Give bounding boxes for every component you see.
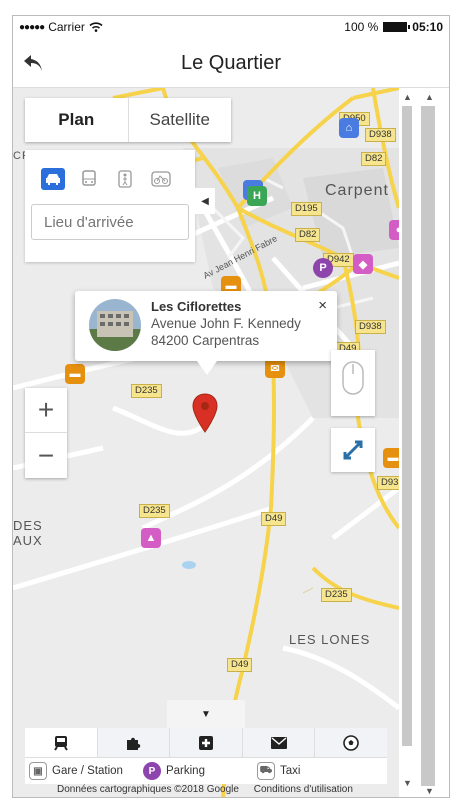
poi-transit-icon[interactable]: ⌂ [339, 118, 359, 138]
battery-percent: 100 % [344, 20, 379, 34]
terms-link[interactable]: Conditions d'utilisation [254, 784, 353, 795]
parking-icon: P [142, 762, 161, 780]
road-label: D195 [291, 202, 322, 216]
road-label: D93 [377, 476, 399, 490]
carrier-label: Carrier [48, 20, 85, 34]
map-type-plan[interactable]: Plan [25, 98, 129, 142]
signal-icon: ●●●●● [19, 21, 45, 33]
poi-mail-icon[interactable]: ✉ [265, 358, 285, 378]
tab-train[interactable] [25, 728, 98, 757]
road-label: D82 [295, 228, 321, 242]
bus-icon[interactable] [77, 168, 101, 190]
info-window: Les Ciflorettes Avenue John F. Kennedy 8… [75, 291, 337, 375]
legend-item[interactable]: ⛟ Taxi [256, 762, 301, 780]
street-view-control[interactable] [331, 350, 375, 416]
category-tabs [25, 728, 387, 758]
place-label: Carpent [325, 182, 389, 199]
app-header: Le Quartier [13, 38, 449, 88]
train-icon: ▣ [29, 762, 47, 780]
attribution-data: Données cartographiques ©2018 Google [57, 784, 239, 795]
place-address-line2: 84200 Carpentras [151, 333, 260, 348]
poi-park-icon[interactable]: ▲ [141, 528, 161, 548]
place-label: LES LONES [289, 632, 371, 647]
place-label: DES [13, 518, 43, 533]
location-marker-icon[interactable] [192, 393, 218, 433]
poi-hospital-icon[interactable]: H [247, 186, 267, 206]
map-attribution: Données cartographiques ©2018 Google Con… [57, 784, 365, 795]
pedestrian-icon[interactable] [113, 168, 137, 190]
road-label: D82 [361, 152, 387, 166]
clock: 05:10 [412, 20, 443, 34]
legend: ▣ Gare / Station P Parking ⛟ Taxi [25, 758, 387, 784]
poi-parking-icon[interactable]: P [313, 258, 333, 278]
zoom-out-button[interactable]: − [25, 433, 67, 478]
tab-mail[interactable] [242, 728, 316, 757]
wifi-icon [89, 22, 103, 32]
road-label: D235 [131, 384, 162, 398]
road-label: D938 [365, 128, 396, 142]
fullscreen-button[interactable] [331, 428, 375, 472]
directions-panel [25, 150, 195, 262]
road-label: D49 [261, 512, 287, 526]
tab-soccer[interactable] [315, 728, 387, 757]
bicycle-icon[interactable] [149, 168, 173, 190]
app-frame: ●●●●● Carrier 100 % 05:10 Le Quartier D9… [12, 15, 450, 798]
battery-icon [383, 22, 411, 32]
map-type-control: Plan Satellite [25, 98, 231, 142]
scroll-up-icon[interactable]: ▲ [425, 92, 434, 102]
drawer-toggle-button[interactable]: ▼ [167, 700, 245, 728]
scroll-down-icon[interactable]: ▼ [403, 778, 412, 788]
page-title: Le Quartier [180, 52, 282, 74]
collapse-panel-button[interactable]: ◀ [195, 188, 215, 214]
legend-item[interactable]: ▣ Gare / Station [29, 762, 123, 780]
poi-shopping-icon[interactable]: ● [389, 220, 399, 240]
mail-icon [270, 736, 287, 749]
road-label: D49 [227, 658, 253, 672]
train-icon [53, 735, 68, 751]
tab-puzzle[interactable] [97, 728, 171, 757]
close-icon[interactable]: × [318, 297, 327, 314]
map-type-satellite[interactable]: Satellite [129, 98, 232, 142]
legend-label: Gare / Station [52, 765, 123, 777]
scroll-down-icon[interactable]: ▼ [425, 786, 434, 796]
soccer-icon [343, 734, 359, 751]
road-label: D938 [355, 320, 386, 334]
mouse-icon [342, 361, 364, 395]
taxi-icon: ⛟ [256, 762, 275, 780]
health-icon [198, 735, 213, 750]
place-name: Les Ciflorettes [151, 299, 242, 314]
place-thumbnail [89, 299, 141, 351]
poi-shop-icon[interactable]: ▬ [65, 364, 85, 384]
tab-health[interactable] [170, 728, 243, 757]
legend-item[interactable]: P Parking [142, 762, 205, 780]
legend-label: Parking [165, 765, 205, 777]
page-scrollbar[interactable] [421, 106, 435, 786]
puzzle-icon [127, 737, 141, 750]
car-icon[interactable] [41, 168, 65, 190]
legend-label: Taxi [279, 765, 301, 777]
scrollbar-area: ▲ ▲ ▼ ▼ [399, 88, 449, 797]
status-bar: ●●●●● Carrier 100 % 05:10 [13, 16, 449, 38]
scroll-up-icon[interactable]: ▲ [403, 92, 412, 102]
zoom-in-button[interactable]: + [25, 388, 67, 433]
road-label: D235 [139, 504, 170, 518]
poi-shop-icon[interactable]: ▬ [383, 448, 399, 468]
map-view[interactable]: D950 D938 D82 D195 D82 D942 D938 D49 D23… [13, 88, 399, 797]
place-address-line1: Avenue John F. Kennedy [151, 316, 301, 331]
expand-icon [343, 440, 363, 460]
place-label: AUX [13, 533, 43, 548]
map-scrollbar[interactable] [402, 106, 412, 746]
zoom-control: + − [25, 388, 67, 478]
destination-input[interactable] [31, 204, 189, 240]
poi-tag-icon[interactable]: ◆ [353, 254, 373, 274]
road-label: D235 [321, 588, 352, 602]
